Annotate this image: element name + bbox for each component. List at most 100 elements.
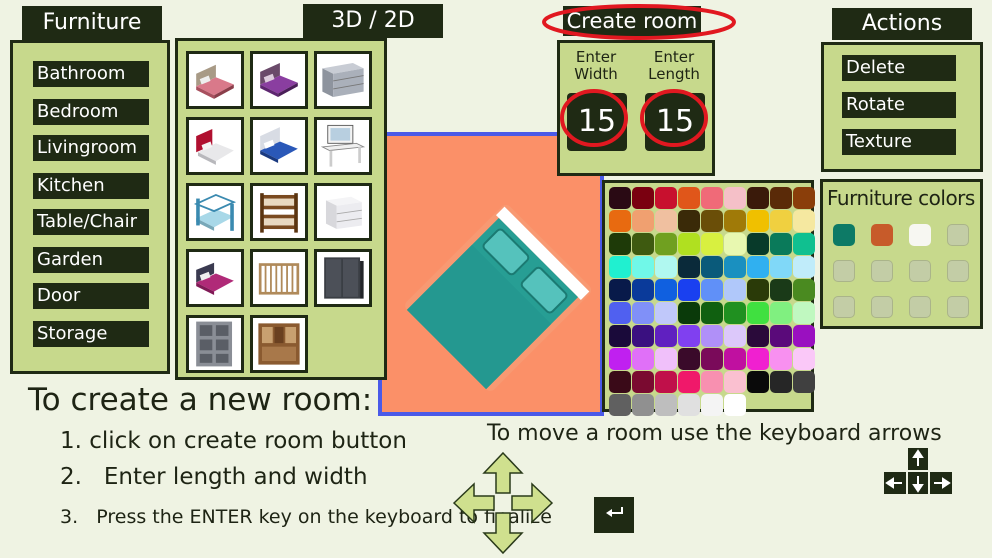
furniture-color-swatch[interactable] (871, 224, 893, 246)
bed-purple-icon[interactable] (250, 51, 308, 109)
category-livingroom[interactable]: Livingroom (33, 135, 149, 161)
palette-color-swatch[interactable] (655, 279, 677, 301)
palette-color-swatch[interactable] (678, 325, 700, 347)
palette-color-swatch[interactable] (609, 348, 631, 370)
bunk-bed-wood-icon[interactable] (250, 183, 308, 241)
palette-color-swatch[interactable] (701, 256, 723, 278)
palette-color-swatch[interactable] (793, 302, 815, 324)
palette-color-swatch[interactable] (678, 302, 700, 324)
palette-color-swatch[interactable] (701, 233, 723, 255)
palette-color-swatch[interactable] (701, 187, 723, 209)
palette-color-swatch[interactable] (678, 394, 700, 416)
furniture-color-swatch[interactable] (909, 260, 931, 282)
palette-color-swatch[interactable] (632, 394, 654, 416)
bed-magenta-icon[interactable] (186, 249, 244, 307)
palette-color-swatch[interactable] (701, 302, 723, 324)
palette-color-swatch[interactable] (724, 371, 746, 393)
palette-color-swatch[interactable] (701, 325, 723, 347)
palette-color-swatch[interactable] (793, 187, 815, 209)
palette-color-swatch[interactable] (724, 394, 746, 416)
furniture-color-swatch[interactable] (871, 260, 893, 282)
palette-color-swatch[interactable] (609, 279, 631, 301)
crib-wood-icon[interactable] (250, 249, 308, 307)
category-kitchen[interactable]: Kitchen (33, 173, 149, 199)
palette-color-swatch[interactable] (678, 210, 700, 232)
furniture-color-swatch[interactable] (833, 296, 855, 318)
category-bedroom[interactable]: Bedroom (33, 99, 149, 125)
palette-color-swatch[interactable] (793, 348, 815, 370)
palette-color-swatch[interactable] (632, 325, 654, 347)
palette-color-swatch[interactable] (632, 279, 654, 301)
palette-color-swatch[interactable] (793, 279, 815, 301)
bed-red-icon[interactable] (186, 117, 244, 175)
palette-color-swatch[interactable] (701, 371, 723, 393)
palette-color-swatch[interactable] (632, 256, 654, 278)
palette-color-swatch[interactable] (724, 233, 746, 255)
category-storage[interactable]: Storage (33, 321, 149, 347)
palette-color-swatch[interactable] (655, 348, 677, 370)
vanity-desk-icon[interactable] (314, 117, 372, 175)
palette-color-swatch[interactable] (747, 371, 769, 393)
palette-color-swatch[interactable] (701, 348, 723, 370)
palette-color-swatch[interactable] (678, 233, 700, 255)
dresser-gray-icon[interactable] (314, 51, 372, 109)
palette-color-swatch[interactable] (678, 371, 700, 393)
palette-color-swatch[interactable] (747, 256, 769, 278)
palette-color-swatch[interactable] (609, 371, 631, 393)
furniture-color-swatch[interactable] (947, 260, 969, 282)
view-toggle-3d-2d[interactable]: 3D / 2D (303, 4, 443, 38)
palette-color-swatch[interactable] (609, 256, 631, 278)
palette-color-swatch[interactable] (655, 394, 677, 416)
palette-color-swatch[interactable] (609, 187, 631, 209)
palette-color-swatch[interactable] (632, 210, 654, 232)
palette-color-swatch[interactable] (678, 187, 700, 209)
bed-blue-icon[interactable] (250, 117, 308, 175)
palette-color-swatch[interactable] (724, 210, 746, 232)
palette-color-swatch[interactable] (747, 233, 769, 255)
palette-color-swatch[interactable] (770, 279, 792, 301)
bed-pink-icon[interactable] (186, 51, 244, 109)
palette-color-swatch[interactable] (701, 210, 723, 232)
palette-color-swatch[interactable] (747, 279, 769, 301)
cabinet-wood-icon[interactable] (250, 315, 308, 373)
palette-color-swatch[interactable] (678, 348, 700, 370)
palette-color-swatch[interactable] (655, 302, 677, 324)
category-garden[interactable]: Garden (33, 247, 149, 273)
palette-color-swatch[interactable] (701, 279, 723, 301)
palette-color-swatch[interactable] (747, 210, 769, 232)
palette-color-swatch[interactable] (770, 256, 792, 278)
palette-color-swatch[interactable] (770, 187, 792, 209)
palette-color-swatch[interactable] (793, 371, 815, 393)
furniture-color-swatch[interactable] (947, 296, 969, 318)
palette-color-swatch[interactable] (747, 187, 769, 209)
bunk-bed-blue-icon[interactable] (186, 183, 244, 241)
furniture-color-swatch[interactable] (909, 296, 931, 318)
palette-color-swatch[interactable] (793, 210, 815, 232)
palette-color-swatch[interactable] (770, 233, 792, 255)
palette-color-swatch[interactable] (770, 371, 792, 393)
palette-color-swatch[interactable] (724, 302, 746, 324)
palette-color-swatch[interactable] (655, 325, 677, 347)
nightstand-white-icon[interactable] (314, 183, 372, 241)
palette-color-swatch[interactable] (770, 348, 792, 370)
palette-color-swatch[interactable] (655, 233, 677, 255)
palette-color-swatch[interactable] (609, 233, 631, 255)
palette-color-swatch[interactable] (793, 256, 815, 278)
category-door[interactable]: Door (33, 283, 149, 309)
rotate-button[interactable]: Rotate (842, 92, 956, 118)
palette-color-swatch[interactable] (747, 302, 769, 324)
palette-color-swatch[interactable] (632, 187, 654, 209)
delete-button[interactable]: Delete (842, 55, 956, 81)
furniture-color-swatch[interactable] (833, 224, 855, 246)
palette-color-swatch[interactable] (724, 348, 746, 370)
palette-color-swatch[interactable] (609, 325, 631, 347)
palette-color-swatch[interactable] (678, 256, 700, 278)
furniture-color-swatch[interactable] (833, 260, 855, 282)
furniture-color-swatch[interactable] (947, 224, 969, 246)
furniture-color-swatch[interactable] (909, 224, 931, 246)
palette-color-swatch[interactable] (632, 348, 654, 370)
palette-color-swatch[interactable] (770, 325, 792, 347)
palette-color-swatch[interactable] (632, 302, 654, 324)
wardrobe-dark-icon[interactable] (314, 249, 372, 307)
palette-color-swatch[interactable] (724, 325, 746, 347)
